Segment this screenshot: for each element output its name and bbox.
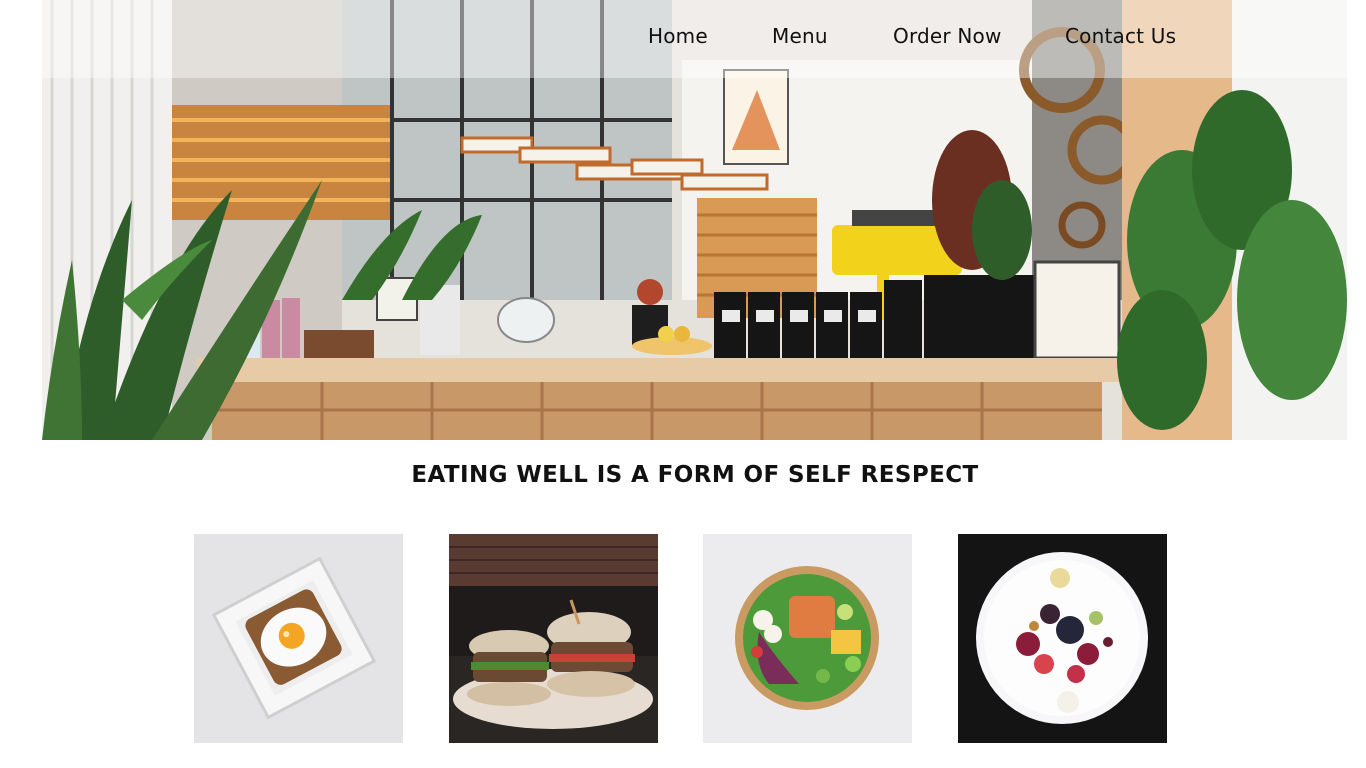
- nav-home-link[interactable]: Home: [648, 24, 708, 52]
- nav-contact-us-link[interactable]: Contact Us: [1065, 24, 1176, 52]
- salad-bowl-image: [703, 534, 912, 743]
- fruit-plate-image: [958, 534, 1167, 743]
- nav-menu-link[interactable]: Menu: [772, 24, 828, 52]
- egg-toast-image: [194, 534, 403, 743]
- top-nav: Home Menu Order Now Contact Us: [42, 0, 1347, 78]
- nav-order-now-link[interactable]: Order Now: [893, 24, 1002, 52]
- gallery-item-salad-bowl[interactable]: [703, 534, 912, 743]
- tagline-heading: EATING WELL IS A FORM OF SELF RESPECT: [411, 462, 979, 488]
- gallery-item-fruit-plate[interactable]: [958, 534, 1167, 743]
- gallery-item-egg-toast[interactable]: [194, 534, 403, 743]
- gallery-item-burgers[interactable]: [449, 534, 658, 743]
- burgers-image: [449, 534, 658, 743]
